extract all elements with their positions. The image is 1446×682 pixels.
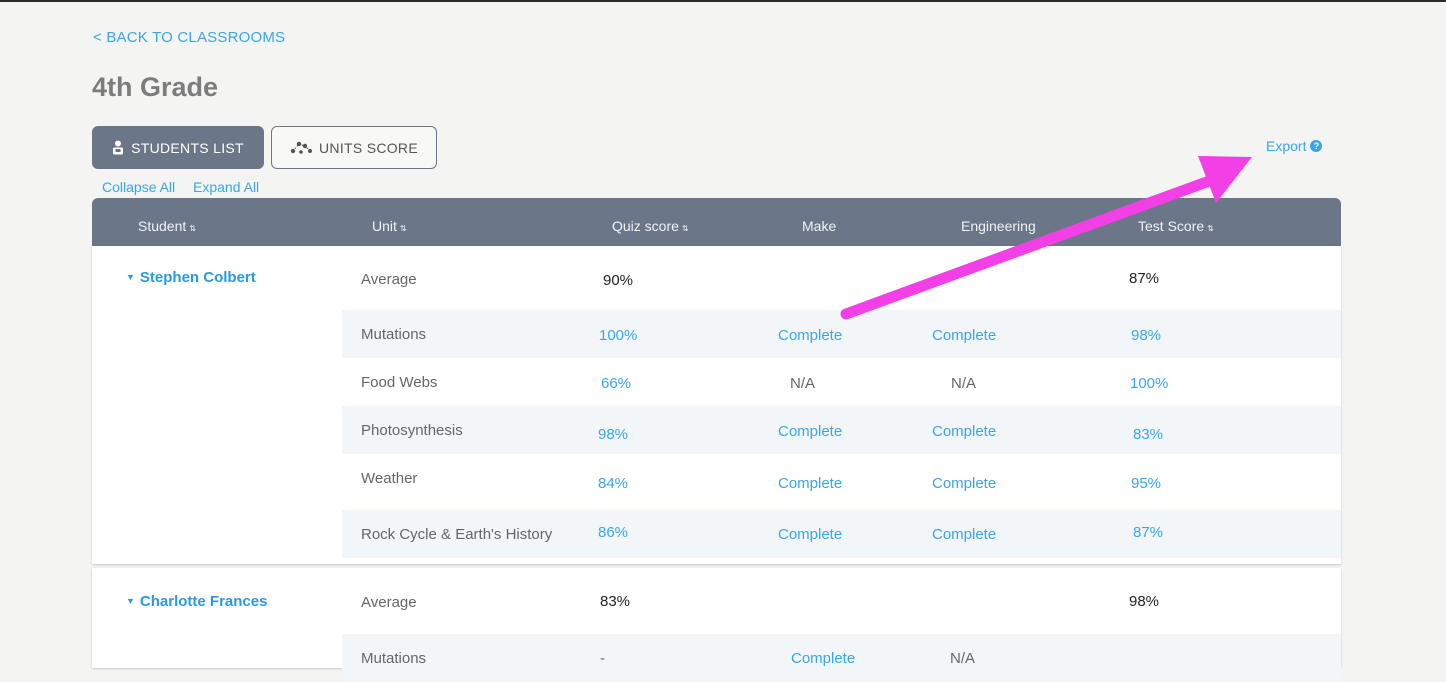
make-status-link[interactable]: Complete — [778, 475, 842, 492]
header-unit[interactable]: Unit ⇅ — [372, 218, 407, 234]
table-row: Weather 84% Complete Complete 95% — [342, 454, 1341, 510]
engineering-status-cell: N/A — [950, 650, 976, 667]
engineering-status-link[interactable]: Complete — [932, 475, 996, 492]
export-link[interactable]: Export ? — [1266, 138, 1323, 154]
engineering-status-link[interactable]: Complete — [932, 526, 996, 543]
header-unit-label: Unit — [372, 218, 397, 234]
header-quiz-score[interactable]: Quiz score ⇅ — [612, 218, 689, 234]
student-name-label: Stephen Colbert — [139, 269, 256, 286]
make-status-link[interactable]: Complete — [791, 650, 855, 667]
sort-icon: ⇅ — [399, 224, 407, 233]
test-score-link[interactable]: 98% — [1131, 327, 1161, 344]
quiz-score-link[interactable]: 100% — [599, 327, 637, 344]
quiz-score-cell: 90% — [603, 272, 634, 289]
help-icon[interactable]: ? — [1310, 140, 1323, 152]
make-status-link[interactable]: Complete — [778, 423, 842, 440]
units-network-icon — [290, 141, 312, 155]
table-row: Photosynthesis 98% Complete Complete 83% — [342, 406, 1341, 454]
unit-cell: Mutations — [361, 326, 427, 343]
table-row-average: Average 90% 87% — [342, 258, 1341, 298]
unit-cell: Mutations — [361, 650, 427, 667]
header-student[interactable]: Student ⇅ — [138, 218, 196, 234]
window-top-border — [0, 0, 1446, 2]
make-status-link[interactable]: Complete — [778, 327, 842, 344]
unit-cell: Photosynthesis — [361, 422, 463, 439]
expand-all-link[interactable]: Expand All — [193, 179, 259, 195]
student-group: ▼ Stephen Colbert Average 90% 87% Mutatio… — [92, 246, 1341, 564]
collapse-all-link[interactable]: Collapse All — [102, 179, 175, 195]
sort-icon: ⇅ — [1207, 224, 1214, 233]
quiz-score-link[interactable]: 66% — [601, 375, 631, 392]
student-group: ▼ Charlotte Frances Average 83% 98% Mutat… — [92, 568, 1341, 682]
quiz-score-cell: - — [600, 650, 605, 667]
students-list-button[interactable]: STUDENTS LIST — [92, 126, 264, 169]
table-row: Mutations - Complete N/A — [342, 634, 1341, 682]
engineering-status-link[interactable]: Complete — [932, 327, 996, 344]
table-row: Mutations 100% Complete Complete 98% — [342, 310, 1341, 358]
header-make: Make — [802, 218, 837, 234]
unit-cell: Average — [361, 594, 417, 611]
header-student-label: Student — [138, 218, 187, 234]
header-engineering: Engineering — [961, 218, 1036, 234]
test-score-cell: 98% — [1129, 593, 1160, 610]
header-test-score[interactable]: Test Score ⇅ — [1138, 218, 1214, 234]
unit-cell: Rock Cycle & Earth's History — [361, 526, 553, 543]
student-name-toggle[interactable]: ▼ Stephen Colbert — [126, 269, 256, 286]
quiz-score-link[interactable]: 84% — [598, 475, 628, 492]
sort-icon: ⇅ — [681, 224, 689, 233]
test-score-cell: 87% — [1129, 270, 1160, 287]
units-score-button[interactable]: UNITS SCORE — [271, 126, 437, 169]
test-score-link[interactable]: 83% — [1133, 426, 1163, 443]
quiz-score-link[interactable]: 98% — [598, 426, 628, 443]
make-status-link[interactable]: Complete — [778, 526, 842, 543]
page-title: 4th Grade — [92, 72, 219, 102]
make-status-cell: N/A — [790, 375, 816, 392]
engineering-status-cell: N/A — [951, 375, 977, 392]
table-row-average: Average 83% 98% — [342, 580, 1341, 628]
unit-cell: Food Webs — [361, 374, 438, 391]
header-quiz-label: Quiz score — [612, 218, 679, 234]
header-test-label: Test Score — [1138, 218, 1205, 234]
caret-down-icon: ▼ — [126, 272, 135, 282]
student-icon — [112, 140, 124, 155]
table-header: Student ⇅ Unit ⇅ Quiz score ⇅ Make Engineer… — [92, 198, 1341, 246]
sort-icon: ⇅ — [189, 224, 196, 233]
table-row: Rock Cycle & Earth's History 86% Complet… — [342, 510, 1341, 558]
back-to-classrooms-link[interactable]: < BACK TO CLASSROOMS — [93, 29, 285, 46]
quiz-score-cell: 83% — [600, 593, 631, 610]
students-list-label: STUDENTS LIST — [131, 139, 244, 156]
caret-down-icon: ▼ — [126, 596, 135, 606]
test-score-link[interactable]: 95% — [1131, 475, 1161, 492]
test-score-link[interactable]: 100% — [1130, 375, 1168, 392]
test-score-link[interactable]: 87% — [1133, 524, 1163, 541]
export-label: Export — [1266, 138, 1307, 154]
student-name-label: Charlotte Frances — [139, 593, 268, 610]
quiz-score-link[interactable]: 86% — [598, 524, 628, 541]
unit-cell: Average — [361, 271, 417, 288]
student-name-toggle[interactable]: ▼ Charlotte Frances — [126, 593, 267, 610]
table-row: Food Webs 66% N/A N/A 100% — [342, 358, 1341, 406]
unit-cell: Weather — [361, 470, 418, 487]
engineering-status-link[interactable]: Complete — [932, 423, 996, 440]
units-score-label: UNITS SCORE — [319, 139, 418, 156]
